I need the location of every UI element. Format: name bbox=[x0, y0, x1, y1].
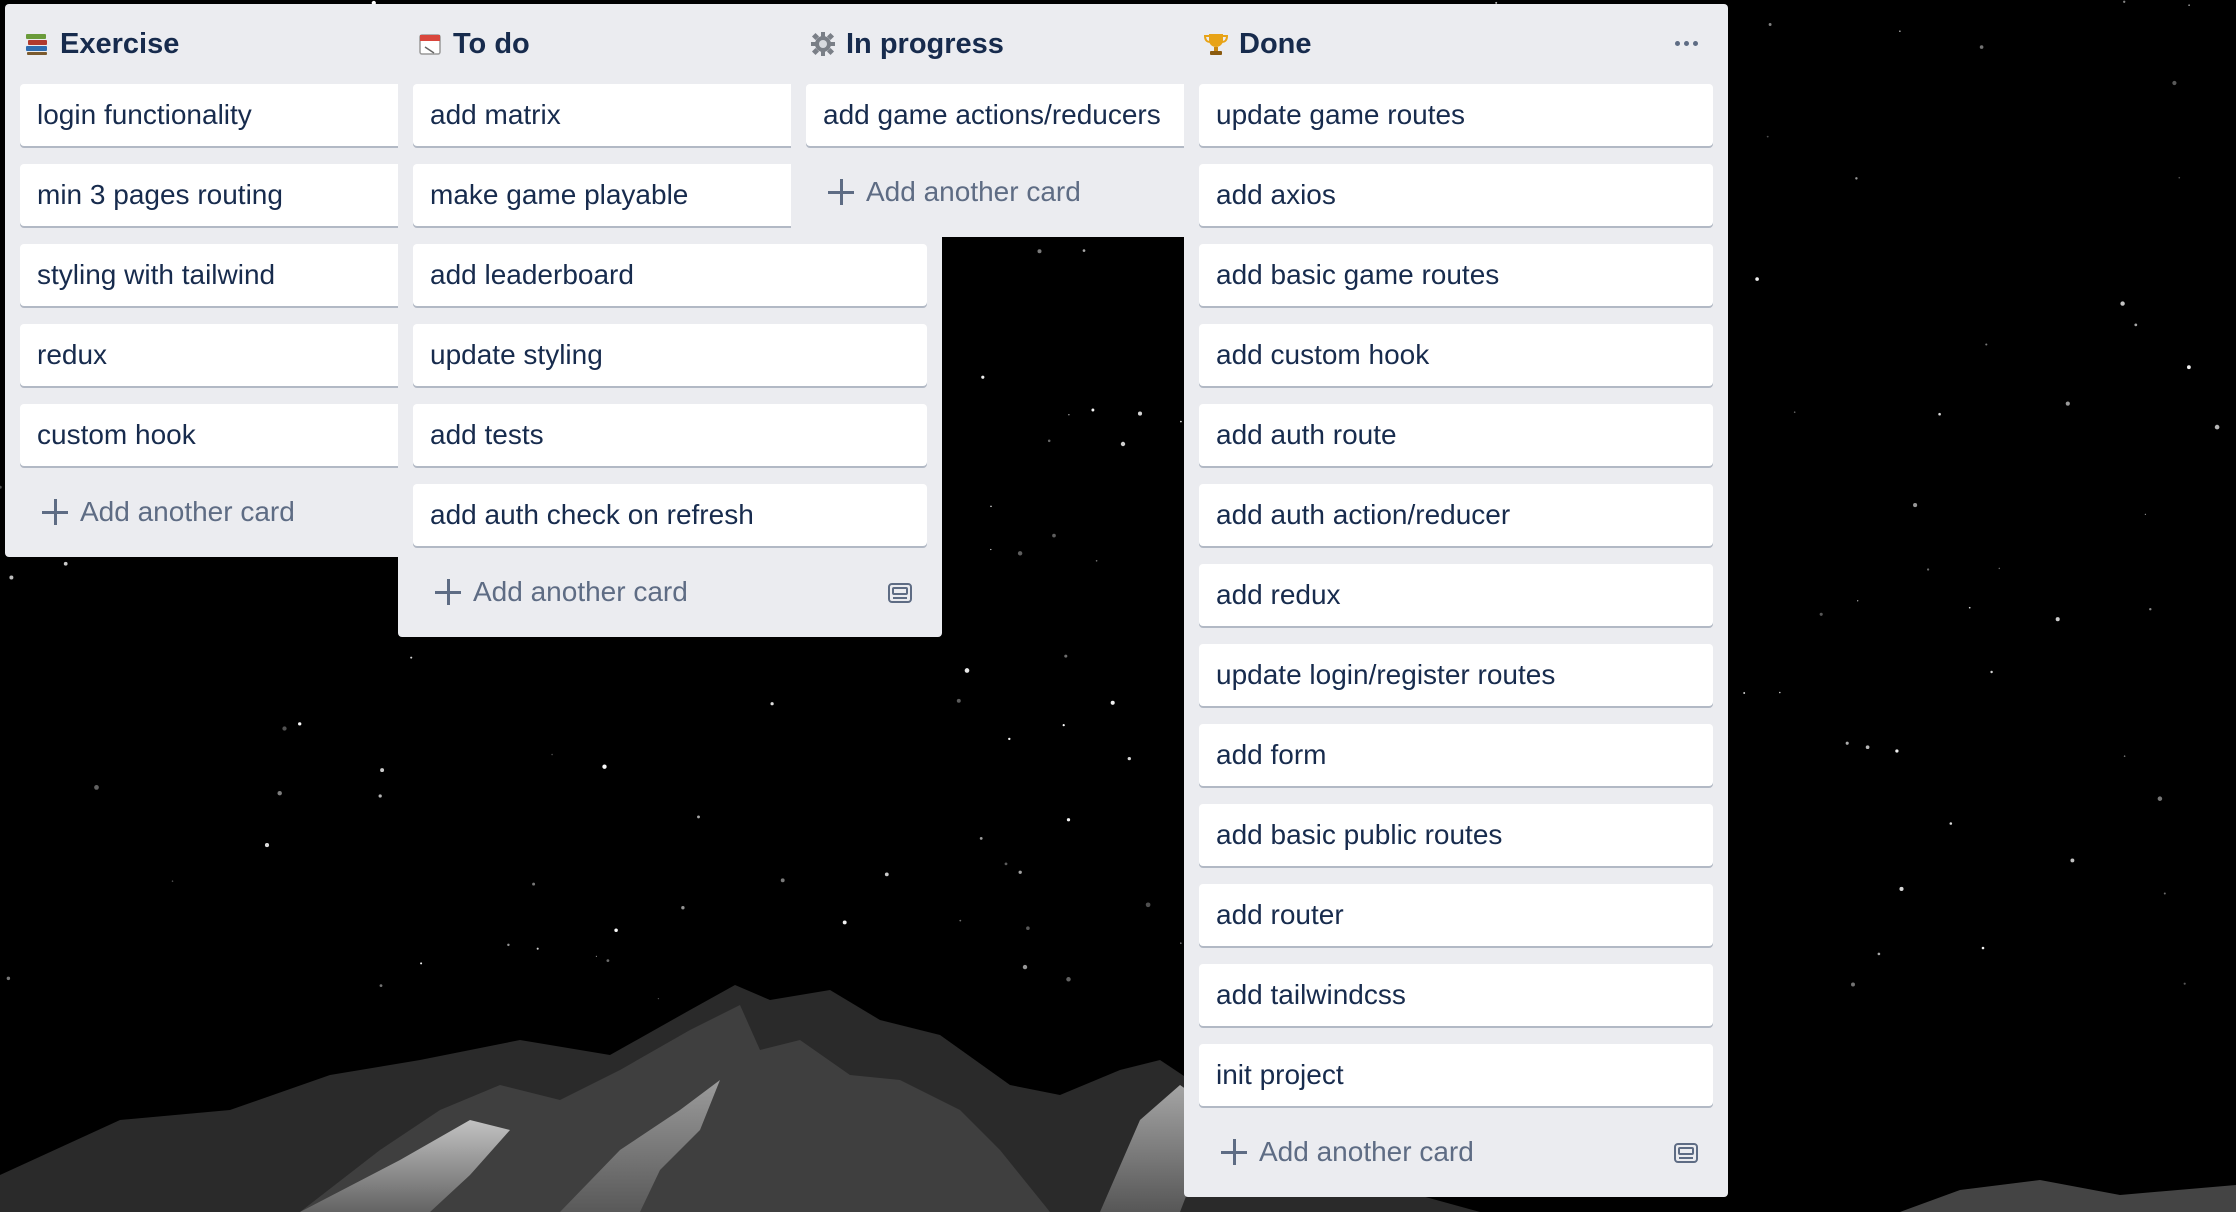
calendar-icon bbox=[415, 29, 445, 59]
trophy-icon bbox=[1201, 29, 1231, 59]
card[interactable]: add form bbox=[1199, 724, 1713, 786]
list-title[interactable]: In progress bbox=[846, 28, 1004, 61]
plus-icon bbox=[828, 179, 854, 205]
card[interactable]: update styling bbox=[413, 324, 927, 386]
add-card-label: Add another card bbox=[1259, 1136, 1474, 1167]
add-card-label: Add another card bbox=[866, 176, 1081, 207]
list-header[interactable]: Done bbox=[1199, 4, 1713, 84]
card-template-icon[interactable] bbox=[1673, 1140, 1699, 1164]
board: Exercise login functionality min 3 pages r… bbox=[0, 0, 2236, 1212]
list-menu-button[interactable] bbox=[1669, 26, 1703, 60]
list-title[interactable]: Exercise bbox=[60, 28, 179, 61]
card[interactable]: update game routes bbox=[1199, 84, 1713, 146]
more-dot-icon bbox=[1692, 40, 1698, 46]
plus-icon bbox=[435, 579, 461, 605]
card[interactable]: add axios bbox=[1199, 164, 1713, 226]
add-card-button[interactable]: Add another card bbox=[1199, 1122, 1713, 1182]
more-dot-icon bbox=[1683, 40, 1689, 46]
books-icon bbox=[22, 29, 52, 59]
card[interactable]: add tailwindcss bbox=[1199, 964, 1713, 1026]
add-card-button[interactable]: Add another card bbox=[413, 562, 927, 622]
add-card-label: Add another card bbox=[473, 576, 688, 607]
card[interactable]: add custom hook bbox=[1199, 324, 1713, 386]
list-title[interactable]: To do bbox=[453, 28, 530, 61]
card[interactable]: add auth route bbox=[1199, 404, 1713, 466]
add-card-label: Add another card bbox=[80, 496, 295, 527]
plus-icon bbox=[42, 499, 68, 525]
gear-icon bbox=[808, 29, 838, 59]
card[interactable]: add router bbox=[1199, 884, 1713, 946]
card[interactable]: add tests bbox=[413, 404, 927, 466]
card-template-icon[interactable] bbox=[887, 580, 913, 604]
list-title[interactable]: Done bbox=[1239, 28, 1312, 61]
card[interactable]: update login/register routes bbox=[1199, 644, 1713, 706]
card[interactable]: init project bbox=[1199, 1044, 1713, 1106]
card[interactable]: add redux bbox=[1199, 564, 1713, 626]
card[interactable]: add auth action/reducer bbox=[1199, 484, 1713, 546]
card[interactable]: add basic public routes bbox=[1199, 804, 1713, 866]
plus-icon bbox=[1221, 1139, 1247, 1165]
more-dot-icon bbox=[1674, 40, 1680, 46]
card[interactable]: add auth check on refresh bbox=[413, 484, 927, 546]
card[interactable]: add basic game routes bbox=[1199, 244, 1713, 306]
card[interactable]: add leaderboard bbox=[413, 244, 927, 306]
list-3[interactable]: Done update game routes add axios add basic… bbox=[1184, 4, 1728, 1197]
